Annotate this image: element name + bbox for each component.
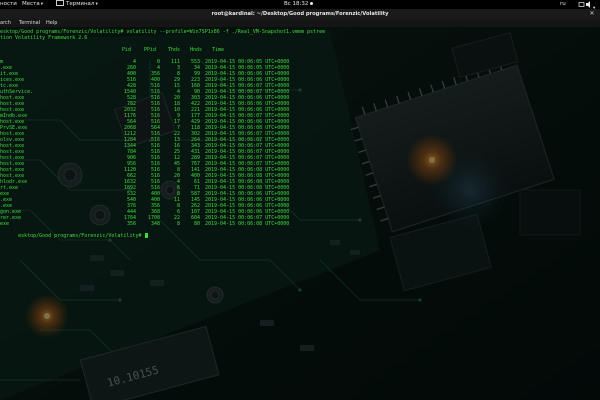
col-header-time: Time [212,47,225,53]
chevron-down-icon: ▾ [593,6,596,11]
menu-terminal[interactable]: Terminal [19,19,40,27]
process-hnds: 80 [193,221,200,227]
terminal-icon [56,0,64,6]
col-header-thds: Thds [168,47,181,53]
clock-label: Вс 18:32 [284,1,309,7]
terminal-menubar: arch Terminal Help [0,19,600,27]
app-menu-label: Терминал [66,1,95,7]
col-header-hnds: Hnds [190,47,203,53]
window-title: root@kardinal: ~/Desktop/Good programs/F… [211,11,389,17]
places-label: Места [22,1,40,7]
process-thds: 8 [176,221,180,227]
system-menu[interactable]: ▾ [578,0,595,13]
terminal-window[interactable]: root@kardinal: ~/Desktop/Good programs/F… [0,9,600,400]
clock[interactable]: Вс 18:32 [284,0,314,9]
process-time: 2019-04-15 00:06:08 UTC+0000 [205,221,290,227]
prompt-text: esktop/Good programs/Forenzic/Volatility… [18,233,142,239]
top-panel: ности Места▾ Терминал▾ Вс 18:32 ru ▾ [0,0,600,11]
app-menu[interactable]: Терминал▾ [56,0,98,9]
shell-prompt[interactable]: esktop/Good programs/Forenzic/Volatility… [0,227,148,245]
chevron-down-icon: ▾ [95,2,98,7]
col-header-ppid: PPid [144,47,157,53]
volatility-banner: tion Volatility Framework 2.6 [0,35,88,41]
text-cursor [144,233,148,238]
record-indicator-icon [310,1,314,5]
places-menu[interactable]: Места▾ [22,0,43,9]
chevron-down-icon: ▾ [40,2,43,7]
activities-button[interactable]: ности [0,0,17,9]
volume-icon [586,1,590,8]
keyboard-layout-indicator[interactable]: ru [560,0,566,9]
menu-help[interactable]: Help [46,19,57,27]
terminal-output[interactable]: esktop/Good programs/Forenzic/Volatility… [0,27,600,400]
menu-search[interactable]: arch [0,19,11,27]
system-status-icons [578,1,590,8]
col-header-pid: Pid [122,47,132,53]
